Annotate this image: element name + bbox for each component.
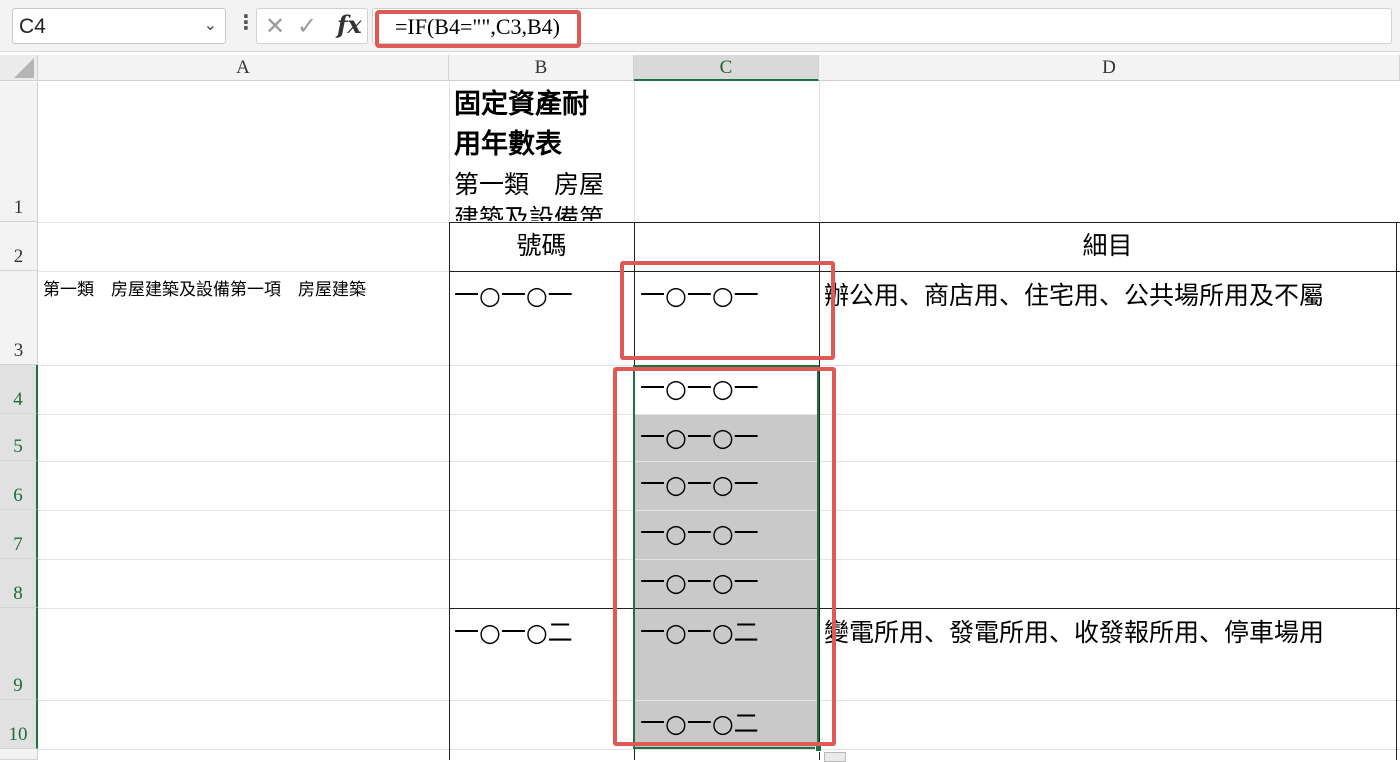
row-header-11[interactable] <box>0 749 38 760</box>
cell-b1[interactable]: 固定資產耐 用年數表 第一類 房屋 建築及設備第 <box>450 83 633 221</box>
row-number: 5 <box>13 436 23 457</box>
row-number: 6 <box>13 485 23 506</box>
highlight-c3 <box>620 261 835 360</box>
insert-function-icon[interactable]: fx <box>337 10 362 39</box>
row-header-2[interactable]: 2 <box>0 222 38 271</box>
row-header-4[interactable]: 4 <box>0 365 38 414</box>
row-number: 10 <box>8 724 28 745</box>
fill-handle[interactable] <box>815 745 822 752</box>
b1-title-line2: 用年數表 <box>454 129 562 160</box>
cell-d3-text: 辦公用、商店用、住宅用、公共場所用及不屬 <box>824 281 1325 310</box>
row-header-10[interactable]: 10 <box>0 700 38 749</box>
b1-title-line1: 固定資產耐 <box>454 89 589 120</box>
name-box-value: C4 <box>19 15 46 38</box>
cancel-icon[interactable]: ✕ <box>265 12 285 40</box>
enter-icon[interactable]: ✓ <box>297 12 317 40</box>
cell-d3[interactable]: 辦公用、商店用、住宅用、公共場所用及不屬 <box>824 272 1395 312</box>
select-all-corner[interactable] <box>0 55 38 81</box>
select-all-icon <box>14 58 34 78</box>
cell-b2[interactable]: 號碼 <box>449 226 634 262</box>
cell-d9-text: 變電所用、發電所用、收發報所用、停車場用 <box>824 618 1325 647</box>
row-number: 7 <box>13 534 23 555</box>
row-number: 4 <box>13 389 23 410</box>
row-header-1[interactable]: 1 <box>0 82 38 222</box>
row-number: 9 <box>13 675 23 696</box>
b1-subtitle-line2: 建築及設備第 <box>454 204 605 221</box>
b1-subtitle-line1: 第一類 房屋 <box>454 170 605 199</box>
table-border <box>449 222 450 760</box>
column-header-a[interactable]: A <box>38 55 449 81</box>
chevron-down-icon[interactable]: ⌄ <box>204 15 217 34</box>
row-header-3[interactable]: 3 <box>0 271 38 365</box>
row-number: 3 <box>13 340 24 361</box>
row-header-5[interactable]: 5 <box>0 414 38 461</box>
column-header-c[interactable]: C <box>634 55 819 81</box>
table-border <box>1396 222 1397 760</box>
row-header-9[interactable]: 9 <box>0 608 38 700</box>
cell-a3[interactable]: 第一類 房屋建築及設備第一項 房屋建築 <box>43 275 366 300</box>
column-header-d[interactable]: D <box>819 55 1400 81</box>
row-number: 1 <box>13 197 24 218</box>
table-border <box>449 222 1400 223</box>
formula-highlight <box>375 10 581 48</box>
formula-buttons: ✕ ✓ fx <box>256 8 368 44</box>
row-header-8[interactable]: 8 <box>0 559 38 608</box>
cell-b3[interactable]: 一○一○一 <box>454 276 573 312</box>
name-box[interactable]: C4 ⌄ <box>12 8 226 44</box>
gridline <box>38 749 1400 750</box>
highlight-c4-c10 <box>613 367 836 746</box>
row-number: 8 <box>13 583 23 604</box>
row-header-7[interactable]: 7 <box>0 510 38 559</box>
quick-analysis-icon[interactable] <box>824 752 846 762</box>
more-options-icon[interactable]: ⋮ <box>236 10 256 34</box>
row-header-6[interactable]: 6 <box>0 461 38 510</box>
row-number: 2 <box>13 246 24 267</box>
cell-d9[interactable]: 變電所用、發電所用、收發報所用、停車場用 <box>824 609 1395 649</box>
column-header-b[interactable]: B <box>449 55 634 81</box>
cell-d2[interactable]: 細目 <box>819 226 1396 262</box>
cell-b9[interactable]: 一○一○二 <box>454 613 573 649</box>
